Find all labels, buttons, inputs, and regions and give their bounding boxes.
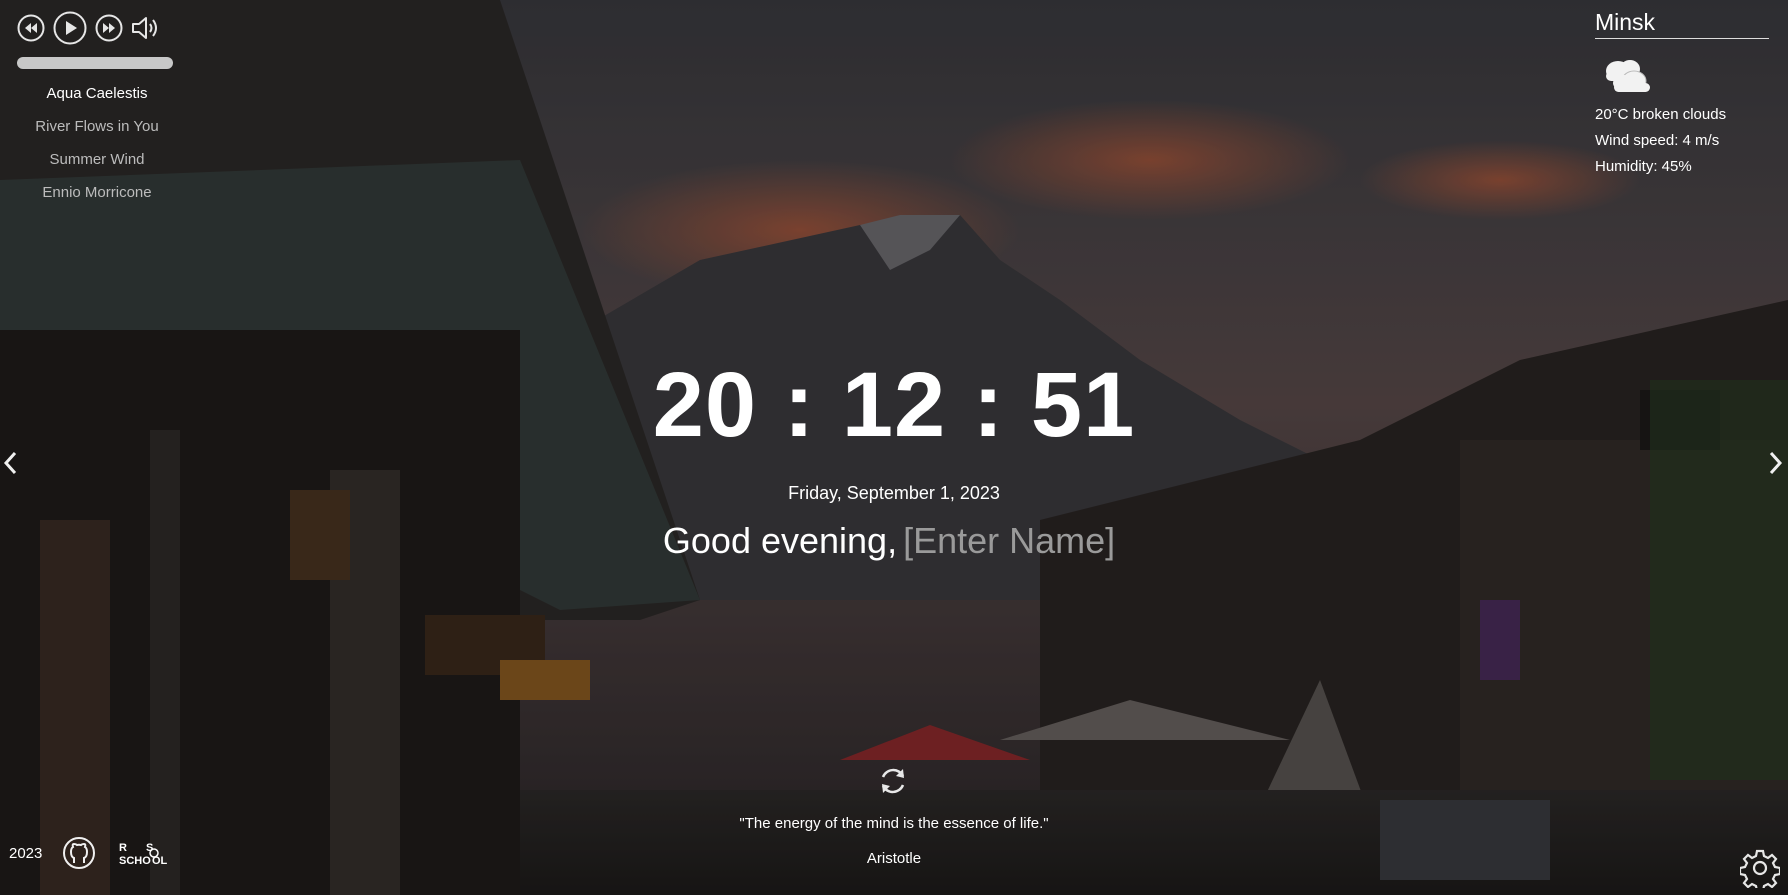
github-icon[interactable] [62, 836, 96, 870]
greeting: Good evening, [662, 520, 898, 561]
name-input[interactable] [903, 520, 1126, 562]
prev-button[interactable] [17, 14, 45, 42]
clock: 20 : 12 : 51 [652, 354, 1136, 456]
weather-icon-wrap [1598, 53, 1769, 97]
playlist-item[interactable]: Ennio Morricone [17, 176, 177, 209]
playlist-item[interactable]: River Flows in You [17, 110, 177, 143]
cloud-icon [1606, 60, 1650, 92]
volume-button[interactable] [131, 15, 161, 41]
svg-text:SCHO: SCHO [119, 855, 151, 867]
weather-widget: Minsk 20°C broken clouds Wind speed: 4 m… [1595, 9, 1769, 175]
humidity: Humidity: 45% [1595, 158, 1692, 175]
rs-school-logo-icon[interactable]: R S SCHO OL [116, 836, 176, 870]
playlist: Aqua Caelestis River Flows in You Summer… [17, 77, 177, 209]
audio-player: Aqua Caelestis River Flows in You Summer… [17, 11, 177, 209]
greeting-container: Good evening, [0, 520, 1788, 562]
svg-text:OL: OL [152, 855, 168, 867]
date: Friday, September 1, 2023 [788, 483, 1000, 503]
quote-text: "The energy of the mind is the essence o… [739, 815, 1049, 832]
player-controls [17, 11, 177, 45]
playlist-item[interactable]: Summer Wind [17, 143, 177, 176]
play-icon [53, 11, 87, 45]
wind-speed: Wind speed: 4 m/s [1595, 132, 1720, 149]
refresh-quote-icon[interactable] [876, 764, 910, 798]
weather-description: 20°C broken clouds [1595, 106, 1727, 123]
volume-icon [132, 17, 157, 39]
next-button[interactable] [95, 14, 123, 42]
gear-icon[interactable] [1740, 848, 1780, 888]
footer: 2023 R S SCHO OL [9, 836, 176, 870]
city-input[interactable]: Minsk [1595, 9, 1769, 39]
quote-author: Aristotle [866, 850, 922, 867]
prev-icon [17, 14, 45, 42]
svg-text:R: R [119, 842, 127, 854]
progress-bar[interactable] [17, 57, 173, 69]
footer-year: 2023 [9, 844, 43, 862]
playlist-item[interactable]: Aqua Caelestis [17, 77, 177, 110]
play-button[interactable] [53, 11, 87, 45]
next-icon [95, 14, 123, 42]
